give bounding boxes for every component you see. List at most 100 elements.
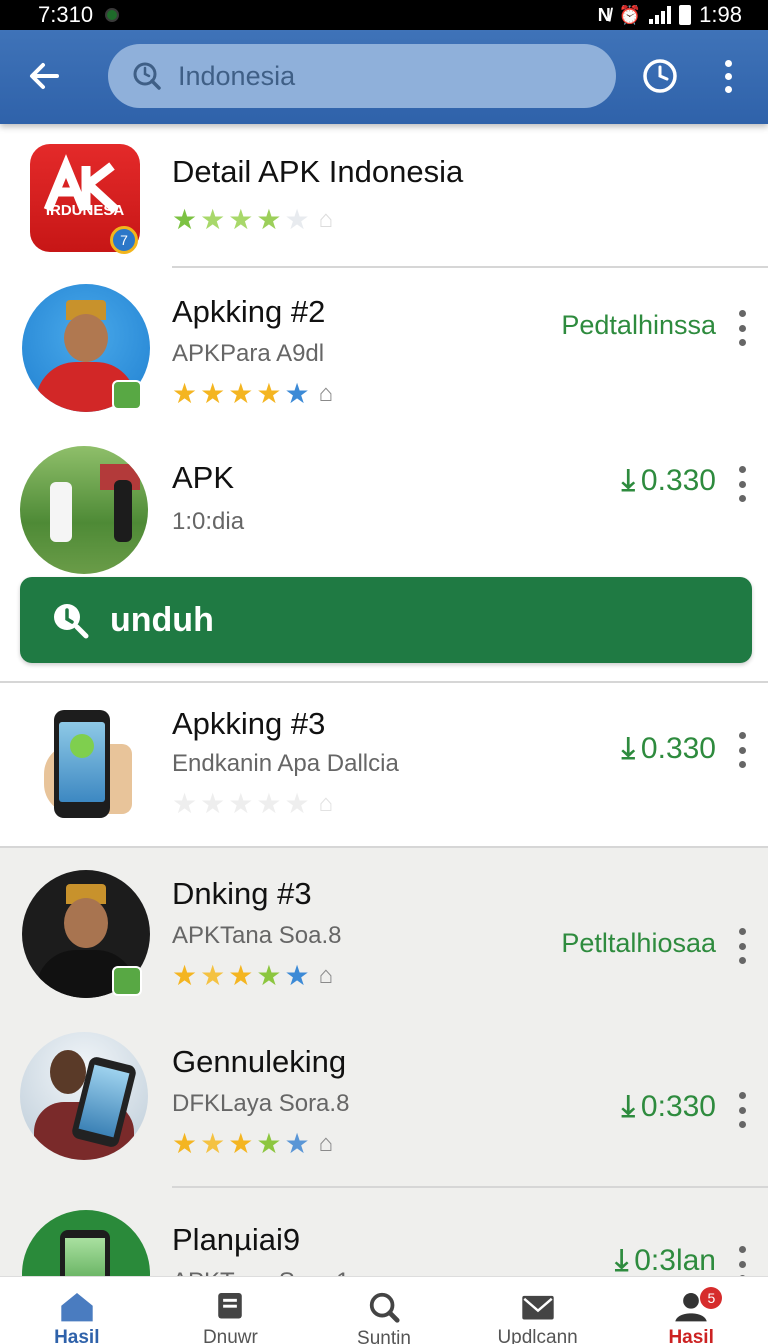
item-more-button[interactable] [734, 1246, 750, 1276]
rating-stars: ★ ★ ★ ★ ★ ⌂ [172, 1130, 333, 1158]
nav-download[interactable]: Dnuwr [154, 1277, 308, 1344]
item-more-button[interactable] [734, 310, 750, 346]
app-title: Planµiai9 [172, 1222, 301, 1257]
notification-icon [105, 8, 120, 22]
nav-label: Suntin [357, 1328, 411, 1344]
arrow-back-icon [30, 63, 59, 89]
bottom-navigation: Hasil Dnuwr Suntin Updlcann 5 Hasil [0, 1276, 768, 1344]
download-icon: ⤓ [621, 464, 635, 497]
star-icon: ★ [200, 788, 226, 819]
app-subtitle: APKTana Sora.1 [172, 1268, 349, 1276]
app-title: Detail APK Indonesia [172, 154, 464, 189]
item-more-button[interactable] [734, 1092, 750, 1128]
star-icon: ★ [200, 960, 226, 991]
download-size-value: 0.330 [640, 464, 716, 497]
nav-updates[interactable]: Updlcann [461, 1277, 615, 1344]
list-item[interactable]: Planµiai9 APKTana Sora.1 ⤓ 0:3lan [0, 1188, 768, 1276]
battery-icon [679, 5, 692, 25]
rating-stars: ★ ★ ★ ★ ★ ⌂ [172, 962, 333, 990]
item-more-button[interactable] [734, 928, 750, 964]
download-size: ⤓ 0:330 [622, 1090, 716, 1124]
item-more-button[interactable] [734, 732, 750, 768]
notification-badge: 5 [700, 1287, 723, 1309]
app-thumbnail [44, 704, 134, 822]
star-icon: ★ [284, 788, 310, 819]
signal-icon [649, 6, 672, 24]
status-time: 7:310 [38, 2, 94, 27]
star-icon: ★ [256, 204, 282, 235]
app-subtitle: APKPara A9dl [172, 340, 325, 367]
dot [724, 59, 732, 67]
status-clock: 1:98 [699, 2, 742, 27]
app-title: APK [172, 460, 235, 495]
app-avatar [22, 1210, 150, 1276]
download-size-value: 0.330 [640, 732, 716, 765]
list-item[interactable]: IRDUNESA 7 Detail APK Indonesia ★ ★ ★ ★ … [0, 124, 768, 268]
star-icon: ★ [172, 788, 198, 819]
star-icon: ★ [256, 960, 282, 991]
star-icon: ★ [228, 788, 254, 819]
app-bar: Indonesia [0, 30, 768, 124]
house-icon: ⌂ [318, 962, 334, 989]
star-icon: ★ [284, 204, 310, 235]
nav-home[interactable]: Hasil [0, 1277, 154, 1344]
app-logo: IRDUNESA 7 [30, 144, 140, 254]
download-size-value: 0:330 [640, 1090, 716, 1123]
star-icon: ★ [172, 204, 198, 235]
download-size: ⤓ 0.330 [622, 464, 716, 498]
download-button[interactable]: unduh [20, 577, 752, 663]
app-subtitle: 1:0:dia [172, 508, 245, 535]
overflow-menu-button[interactable] [712, 52, 744, 100]
home-icon [61, 1292, 93, 1322]
mail-icon [521, 1295, 554, 1320]
star-icon: ★ [228, 378, 254, 409]
star-icon: ★ [200, 378, 226, 409]
house-icon: ⌂ [318, 380, 334, 407]
star-icon: ★ [172, 378, 198, 409]
download-size: ⤓ 0:3lan [615, 1244, 716, 1276]
list-item[interactable]: Gennuleking DFKLaya Sora.8 ★ ★ ★ ★ ★ ⌂ ⤓… [0, 1018, 768, 1188]
install-status: Petltalhiosaa [561, 928, 716, 958]
list-item[interactable]: Dnking #3 APKTana Soa.8 ★ ★ ★ ★ ★ ⌂ Petl… [0, 848, 768, 1018]
alarm-icon: ⏰ [618, 4, 642, 25]
star-icon: ★ [284, 378, 310, 409]
list-item[interactable]: Apkking #3 Endkanin Apa Dallcia ★ ★ ★ ★ … [0, 684, 768, 846]
nav-profile[interactable]: 5 Hasil [614, 1277, 768, 1344]
app-title: Gennuleking [172, 1044, 347, 1079]
nav-label: Updlcann [497, 1327, 578, 1344]
search-icon [133, 62, 161, 90]
download-icon: ⤓ [621, 1090, 635, 1123]
divider [0, 681, 768, 683]
star-icon: ★ [284, 1128, 310, 1159]
search-input[interactable]: Indonesia [108, 44, 616, 108]
dot [724, 72, 732, 80]
nav-label: Hasil [668, 1327, 714, 1344]
download-search-icon [54, 604, 89, 639]
download-icon: ⤓ [621, 732, 635, 765]
logo-text: IRDUNESA [45, 202, 125, 219]
printer-icon [218, 1292, 243, 1319]
star-icon: ★ [200, 204, 226, 235]
back-button[interactable] [20, 52, 68, 100]
app-subtitle: APKTana Soa.8 [172, 922, 342, 949]
app-avatar [20, 446, 148, 574]
rating-stars: ★ ★ ★ ★ ★ ⌂ [172, 206, 333, 234]
history-button[interactable] [636, 52, 684, 100]
download-button-label: unduh [110, 600, 214, 639]
nav-search[interactable]: Suntin [307, 1277, 461, 1344]
star-icon: ★ [172, 1128, 198, 1159]
download-size-value: 0:3lan [634, 1244, 716, 1276]
house-icon: ⌂ [318, 1130, 334, 1157]
star-icon: ★ [284, 960, 310, 991]
star-icon: ★ [172, 960, 198, 991]
dot [724, 85, 732, 93]
results-list: IRDUNESA 7 Detail APK Indonesia ★ ★ ★ ★ … [0, 124, 768, 1276]
status-bar: 7:310 N̸ ⏰ 1:98 [0, 0, 768, 30]
list-item[interactable]: Apkking #2 APKPara A9dl ★ ★ ★ ★ ★ ⌂ Pedt… [0, 268, 768, 428]
list-item[interactable]: APK 1:0:dia ⤓ 0.330 [0, 428, 768, 574]
star-icon: ★ [228, 1128, 254, 1159]
search-query: Indonesia [178, 60, 296, 91]
item-more-button[interactable] [734, 466, 750, 502]
star-icon: ★ [256, 1128, 282, 1159]
nav-label: Hasil [54, 1327, 100, 1344]
